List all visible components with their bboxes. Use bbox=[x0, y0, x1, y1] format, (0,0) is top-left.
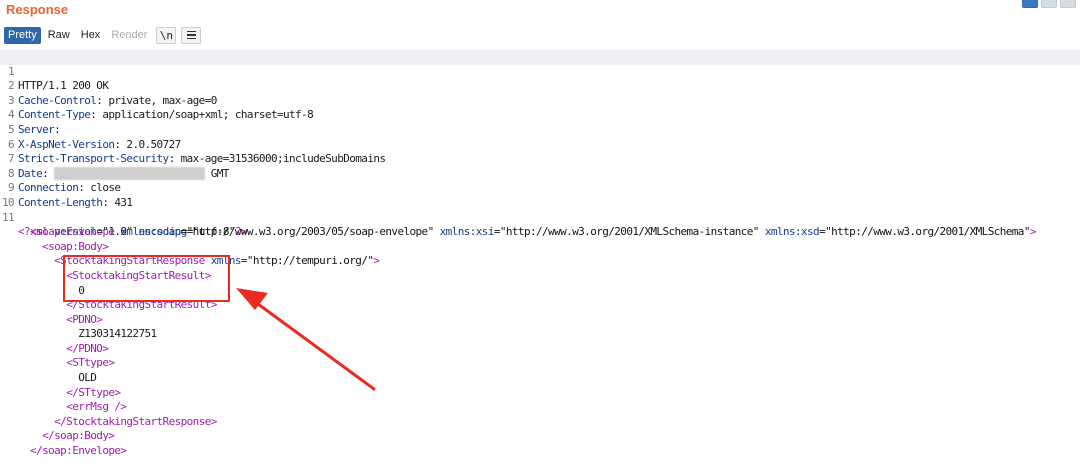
code-line: <STtype> bbox=[0, 342, 1080, 369]
hamburger-menu-icon bbox=[186, 30, 196, 40]
code-line: 1 HTTP/1.1 200 OK bbox=[0, 50, 1080, 92]
code-line: 3 Content-Type: application/soap+xml; ch… bbox=[0, 79, 1080, 122]
code-line: 5 X-AspNet-Version: 2.0.50727 bbox=[0, 108, 1080, 151]
code-line: 11 <?xml version="1.0" encoding="utf-8"?… bbox=[0, 196, 1080, 239]
code-line: 4 Server: bbox=[0, 94, 1080, 136]
menu-button[interactable] bbox=[181, 26, 202, 44]
code-line: <errMsg /> bbox=[0, 386, 1080, 413]
view-toolbar: Pretty Raw Hex Render \n bbox=[4, 26, 202, 44]
code-line: <soap:Envelope xmlns:soap="http://www.w3… bbox=[0, 211, 1080, 238]
show-newlines-button[interactable]: \n bbox=[156, 26, 177, 44]
tab-render[interactable]: Render bbox=[107, 27, 151, 44]
code-line: </soap:Envelope> bbox=[0, 429, 1080, 457]
code-line: </PDNO> bbox=[0, 327, 1080, 355]
response-editor[interactable]: 1 HTTP/1.1 200 OK 2 Cache-Control: priva… bbox=[0, 50, 1080, 457]
split-horizontal-icon[interactable] bbox=[1022, 0, 1038, 8]
code-line: 9 Content-Length: 431 bbox=[0, 167, 1080, 209]
single-pane-icon[interactable] bbox=[1060, 0, 1076, 8]
split-vertical-icon[interactable] bbox=[1041, 0, 1057, 8]
code-line: Z130314122751 bbox=[0, 313, 1080, 340]
code-line: OLD bbox=[0, 356, 1080, 384]
annotation-highlight-box bbox=[63, 255, 230, 302]
code-line: </STtype> bbox=[0, 371, 1080, 399]
code-line: 6 Strict-Transport-Security: max-age=315… bbox=[0, 123, 1080, 166]
code-line: 8 Connection: close bbox=[0, 152, 1080, 195]
response-header: Response bbox=[0, 0, 1080, 22]
code-line: 2 Cache-Control: private, max-age=0 bbox=[0, 65, 1080, 107]
tab-raw[interactable]: Raw bbox=[44, 27, 74, 44]
code-line: </StocktakingStartResponse> bbox=[0, 400, 1080, 428]
xml-tag: </soap:Envelope> bbox=[30, 444, 127, 458]
layout-toggle-group bbox=[1022, 0, 1076, 8]
code-line: 7 Date: Sat, 00 Mar 0000 00:00:00 GMT bbox=[0, 138, 1080, 180]
tab-pretty[interactable]: Pretty bbox=[4, 26, 41, 44]
panel-title: Response bbox=[6, 2, 69, 17]
tab-hex[interactable]: Hex bbox=[77, 27, 105, 44]
code-line: 10 bbox=[0, 181, 1080, 209]
code-line: <StocktakingStartResponse xmlns="http://… bbox=[0, 240, 1080, 267]
code-line: </soap:Body> bbox=[0, 415, 1080, 442]
code-line: <soap:Body> bbox=[0, 225, 1080, 253]
